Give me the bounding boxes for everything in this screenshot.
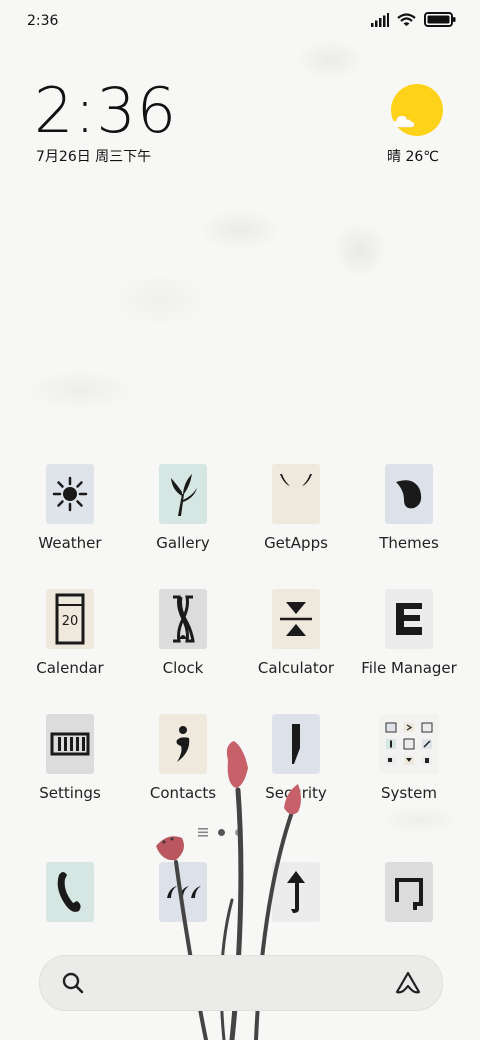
- hourglass-icon: [159, 589, 207, 649]
- app-label: Themes: [379, 534, 439, 552]
- clock-widget-date: 7月26日 周三下午: [36, 149, 152, 165]
- app-themes[interactable]: Themes: [354, 464, 464, 552]
- file-stack-icon: [385, 589, 433, 649]
- camera-frame-icon: [385, 862, 433, 922]
- assistant-icon[interactable]: [394, 970, 422, 996]
- app-label: Calendar: [36, 659, 104, 677]
- bag-smile-icon: [272, 464, 320, 524]
- arrow-up-icon: [272, 862, 320, 922]
- dock-messages[interactable]: [128, 862, 238, 922]
- status-bar: 2:36: [0, 0, 480, 40]
- app-calendar[interactable]: 20 Calendar: [15, 589, 125, 677]
- app-weather[interactable]: Weather: [15, 464, 125, 552]
- leaf-drop-icon: [385, 464, 433, 524]
- app-label: Calculator: [257, 659, 335, 677]
- page-dot-active[interactable]: [218, 829, 225, 836]
- messages-icon: [159, 862, 207, 922]
- menu-lines-icon: [198, 828, 208, 837]
- sun-icon: [46, 464, 94, 524]
- app-label: Clock: [162, 659, 204, 677]
- battery-icon: [424, 12, 456, 27]
- app-getapps[interactable]: GetApps: [241, 464, 351, 552]
- wifi-icon: [397, 12, 416, 26]
- app-system-folder[interactable]: System: [354, 714, 464, 802]
- dock-phone[interactable]: [15, 862, 125, 922]
- dock-browser[interactable]: [241, 862, 351, 922]
- cloud-icon: [393, 115, 415, 128]
- app-clock[interactable]: Clock: [128, 589, 238, 677]
- clock-widget-time[interactable]: 2:36: [34, 78, 177, 144]
- app-label: Settings: [39, 784, 101, 802]
- calendar-icon: 20: [46, 589, 94, 649]
- app-label: GetApps: [264, 534, 328, 552]
- dock-camera[interactable]: [354, 862, 464, 922]
- page-indicator[interactable]: [198, 828, 242, 837]
- folder-icon: [379, 714, 439, 774]
- weather-sun-icon[interactable]: [391, 84, 443, 136]
- signal-icon: [371, 12, 389, 27]
- search-bar[interactable]: [39, 955, 443, 1011]
- app-label: Security: [265, 784, 327, 802]
- status-time: 2:36: [27, 13, 59, 29]
- app-label: Gallery: [156, 534, 210, 552]
- search-icon[interactable]: [62, 972, 84, 994]
- calendar-day: 20: [62, 614, 79, 629]
- app-security[interactable]: Security: [241, 714, 351, 802]
- app-settings[interactable]: Settings: [15, 714, 125, 802]
- app-contacts[interactable]: Contacts: [128, 714, 238, 802]
- app-label: Contacts: [149, 784, 217, 802]
- app-gallery[interactable]: Gallery: [128, 464, 238, 552]
- contact-drop-icon: [159, 714, 207, 774]
- settings-grid-icon: [46, 714, 94, 774]
- app-calculator[interactable]: Calculator: [241, 589, 351, 677]
- plant-icon: [159, 464, 207, 524]
- weather-widget-text: 晴 26℃: [387, 149, 439, 165]
- app-file-manager[interactable]: File Manager: [354, 589, 464, 677]
- app-label: Weather: [38, 534, 102, 552]
- shield-bar-icon: [272, 714, 320, 774]
- app-label: File Manager: [361, 659, 457, 677]
- app-label: System: [381, 784, 437, 802]
- phone-icon: [46, 862, 94, 922]
- page-dot[interactable]: [235, 829, 242, 836]
- calculator-icon: [272, 589, 320, 649]
